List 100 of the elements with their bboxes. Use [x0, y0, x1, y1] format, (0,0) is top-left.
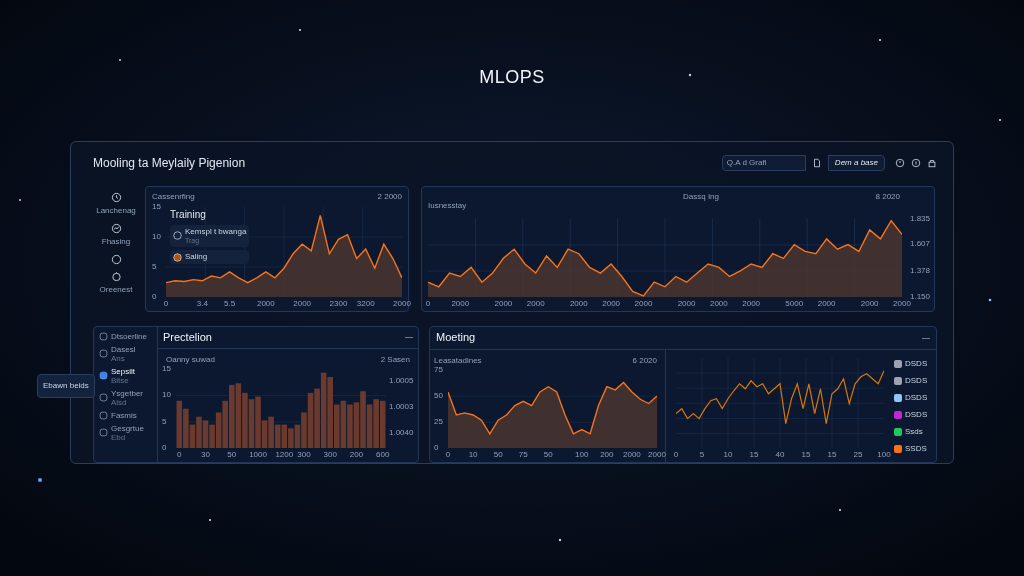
- axis-label: 2000: [648, 451, 666, 459]
- axis-label: 0: [162, 444, 167, 452]
- axis-label: 3200: [356, 299, 375, 308]
- axis-label: 75: [518, 451, 528, 459]
- axis-label: 1.0040: [389, 429, 415, 438]
- axis-label: 300: [323, 451, 337, 459]
- axis-label: 1.0003: [389, 403, 415, 412]
- legend-label: Kemspl t bwanga: [185, 226, 247, 237]
- axis-label: 1.150: [909, 292, 930, 301]
- axis-label: 2000: [893, 299, 911, 308]
- search-field[interactable]: Q.A d Grafi: [721, 155, 806, 172]
- axis-label: 2000: [860, 299, 879, 308]
- axis-label: 300: [297, 451, 311, 459]
- axis-label: 2000: [709, 299, 728, 308]
- panel-title: Prectelion: [163, 329, 212, 345]
- axis-label: 0: [163, 299, 169, 308]
- axis-label: 30: [201, 451, 210, 459]
- axis-label: 25: [853, 451, 863, 459]
- legend-label: Ssds: [905, 425, 923, 438]
- axis-label: 15: [801, 451, 811, 459]
- menu-item[interactable]: Fasmis: [99, 410, 157, 420]
- nav-label: Fhasing: [101, 235, 131, 248]
- axis-label: 200: [349, 451, 364, 459]
- axis-label: 10: [723, 451, 733, 459]
- minimize-button[interactable]: —: [922, 331, 930, 344]
- chart-heading: Leasatadines: [434, 354, 482, 367]
- axis-label: 0: [445, 451, 451, 459]
- axis-label: 15: [162, 364, 171, 373]
- chart-icon[interactable]: [110, 222, 122, 234]
- item-icon: [99, 371, 108, 380]
- axis-label: 50: [434, 391, 443, 400]
- axis-label: 15: [152, 202, 161, 211]
- axis-label: 0: [673, 451, 679, 459]
- axis-label: 2000: [677, 299, 696, 308]
- menu-item[interactable]: Sepsilt Bitse: [99, 366, 157, 385]
- legend-label: SSDS: [905, 442, 927, 455]
- document-icon[interactable]: [811, 158, 822, 169]
- axis-label: 10: [162, 391, 171, 399]
- axis-label: 1.607: [909, 240, 930, 249]
- legend-label: DSDS: [905, 374, 928, 387]
- database-button[interactable]: Dem a base: [827, 155, 885, 172]
- circle-icon[interactable]: [110, 253, 122, 265]
- chart-reading: 8 2020: [875, 190, 900, 203]
- lock-icon[interactable]: [927, 158, 937, 169]
- clock-icon[interactable]: [110, 191, 122, 203]
- menu-item[interactable]: Ysgetber Alsd: [99, 388, 157, 407]
- info-icon[interactable]: [911, 158, 921, 169]
- axis-label: 200: [600, 451, 614, 459]
- tooltip: Ebawn beids: [37, 373, 95, 398]
- axis-label: 75: [434, 365, 443, 374]
- axis-label: 2000: [393, 299, 411, 308]
- axis-label: 1.378: [909, 266, 930, 275]
- legend-label: DSDS: [905, 391, 928, 404]
- axis-label: 5: [162, 417, 167, 426]
- menu-item[interactable]: Dtsoerline: [99, 331, 157, 341]
- axis-label: 0: [434, 444, 439, 452]
- nav-label: Lanchenag: [96, 204, 136, 217]
- axis-label: 2000: [602, 299, 620, 308]
- axis-label: 0: [152, 292, 157, 301]
- axis-label: 600: [376, 451, 390, 459]
- axis-label: 3.4: [196, 299, 208, 308]
- axis-label: 100: [575, 451, 589, 459]
- axis-label: 0: [177, 451, 182, 459]
- axis-label: 50: [543, 451, 553, 459]
- menu-item[interactable]: Dasesl Ans: [99, 344, 157, 363]
- panel-title: Moeting: [436, 330, 476, 346]
- axis-label: 2300: [329, 299, 348, 308]
- axis-label: 2000: [569, 299, 588, 308]
- axis-label: 40: [775, 451, 785, 459]
- axis-label: 2000: [293, 299, 312, 308]
- clock-icon[interactable]: [895, 158, 905, 169]
- chart-heading: Oanny suwad: [166, 353, 215, 366]
- axis-label: 15: [827, 451, 837, 459]
- axis-label: 1.0005: [389, 377, 415, 386]
- ring-icon[interactable]: [110, 270, 122, 282]
- axis-label: 5.5: [223, 299, 236, 308]
- axis-label: 2000: [817, 299, 836, 308]
- menu-item[interactable]: Gesgrtue Ebd: [99, 423, 157, 442]
- dashboard-title: Mooling ta Meylaily Pigenion: [93, 155, 246, 173]
- chart-heading: Cassenrfing: [152, 190, 195, 203]
- chart-heading: Dassq Ing: [683, 190, 720, 203]
- axis-label: 2000: [494, 299, 513, 308]
- chart-reading: 2 2000: [377, 190, 402, 203]
- chart-heading: Iusnesstay: [428, 200, 467, 210]
- axis-label: 2000: [634, 299, 653, 308]
- axis-label: 5: [152, 262, 157, 271]
- axis-label: 5: [699, 451, 705, 459]
- chart-overlay-title: Training: [170, 207, 207, 222]
- axis-label: 2000: [623, 451, 641, 459]
- chart-reading: 2 Sasen: [380, 353, 410, 366]
- legend-label: DSDS: [905, 408, 928, 421]
- minimize-button[interactable]: —: [405, 331, 413, 343]
- axis-label: 50: [493, 451, 503, 459]
- legend-label: DSDS: [905, 357, 928, 370]
- axis-label: 2000: [256, 299, 275, 308]
- axis-label: 10: [468, 451, 478, 459]
- axis-label: 2000: [451, 299, 470, 308]
- axis-label: 2000: [742, 299, 761, 308]
- axis-label: 1000: [249, 451, 267, 459]
- page-title: MLOPS: [479, 66, 545, 88]
